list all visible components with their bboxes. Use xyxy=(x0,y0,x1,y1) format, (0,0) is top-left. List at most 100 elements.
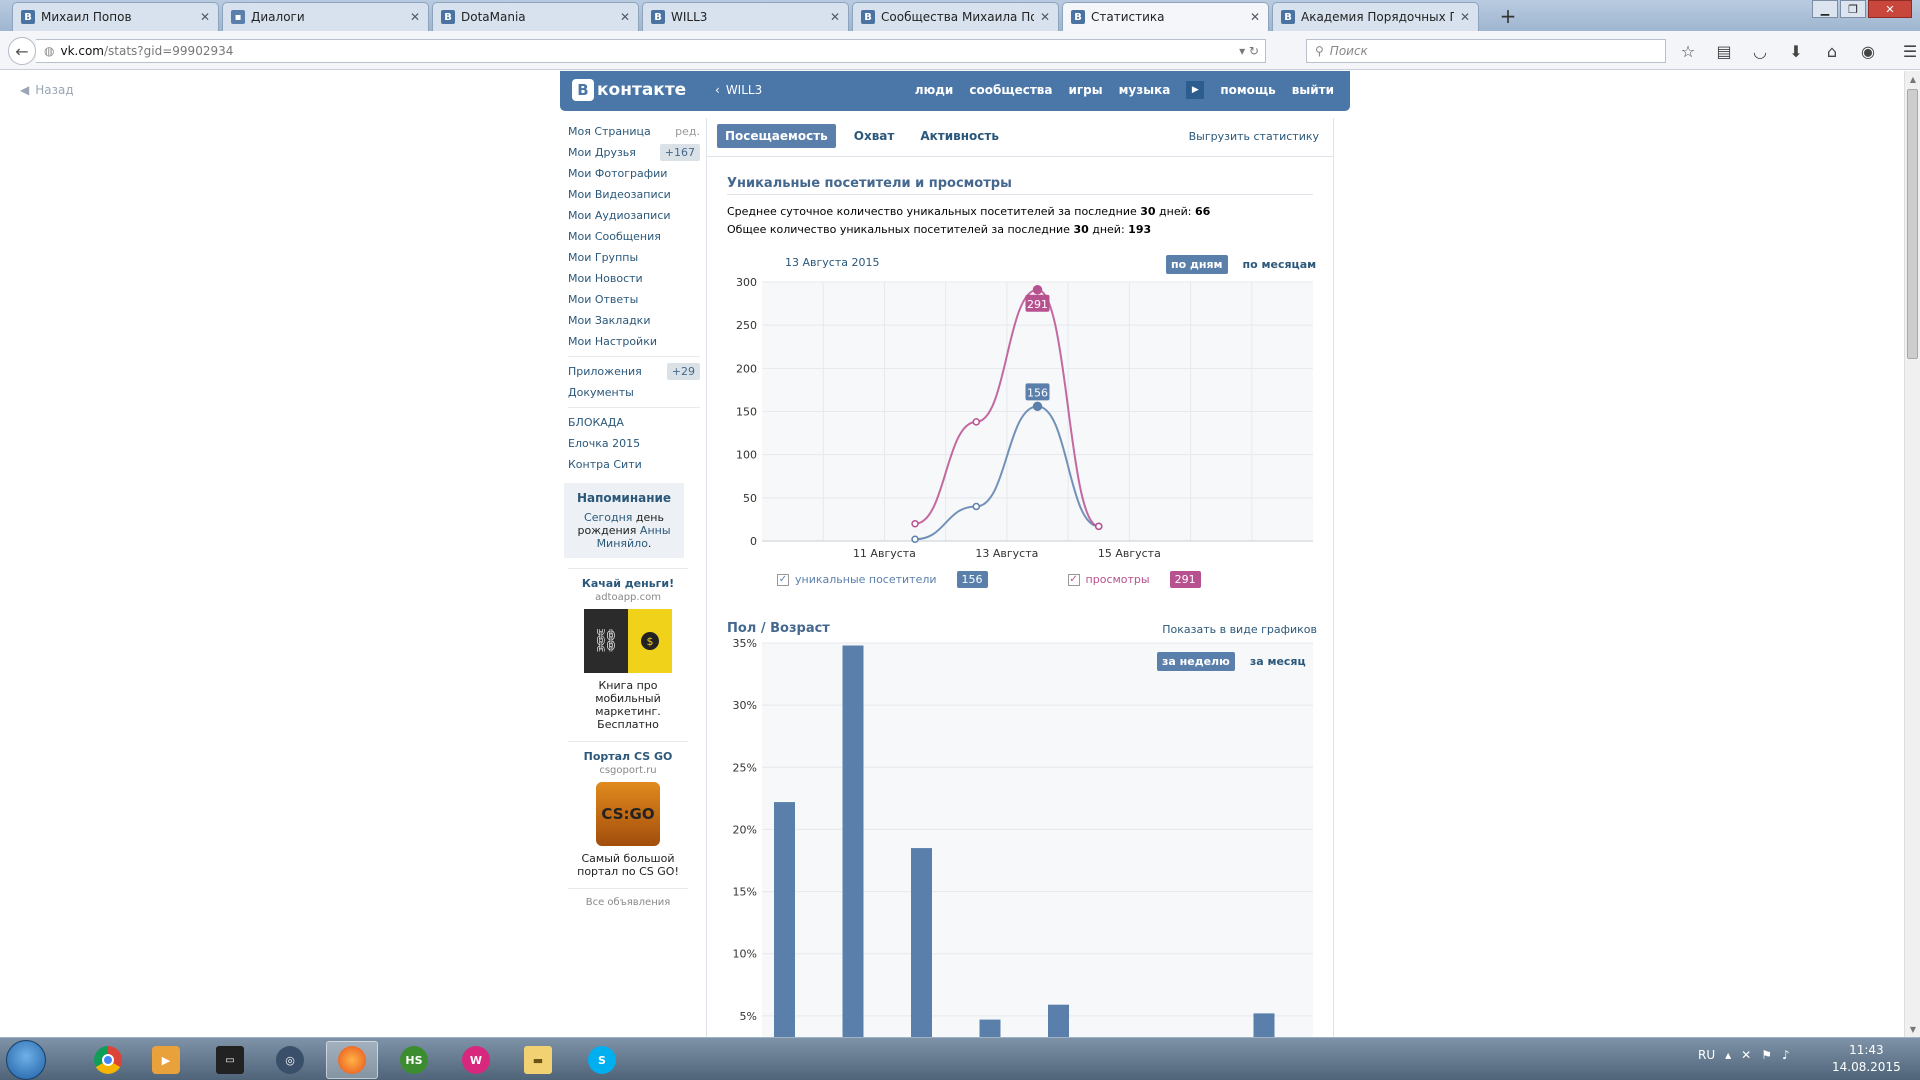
tab-close-icon[interactable]: ✕ xyxy=(1250,10,1260,24)
back-link[interactable]: ◀ Назад xyxy=(20,83,74,97)
top-menu-logout[interactable]: выйти xyxy=(1292,83,1334,99)
search-input[interactable]: ⚲ Поиск xyxy=(1306,39,1666,63)
sidebar-item[interactable]: Приложения +29 xyxy=(568,361,700,382)
ad-image[interactable]: ⛓ $ xyxy=(584,609,672,673)
pocket-icon[interactable]: ◡ xyxy=(1748,39,1772,63)
tab-attendance[interactable]: Посещаемость xyxy=(717,124,836,148)
sidebar-item[interactable]: Мои Аудиозаписи xyxy=(568,205,700,226)
sidebar-item-label: Контра Сити xyxy=(568,458,642,471)
browser-tab[interactable]: B Статистика ✕ xyxy=(1062,2,1269,31)
top-menu-music[interactable]: музыка xyxy=(1119,83,1171,99)
tray-expand-icon[interactable]: ▴ xyxy=(1725,1048,1731,1062)
reload-icon[interactable]: ▾ ↻ xyxy=(1239,44,1259,58)
download-icon[interactable]: ⬇ xyxy=(1784,39,1808,63)
sidebar-item[interactable]: Мои Видеозаписи xyxy=(568,184,700,205)
tray-network-icon[interactable]: ✕ xyxy=(1741,1048,1751,1062)
browser-tab[interactable]: ▪ Диалоги ✕ xyxy=(222,2,429,31)
language-indicator[interactable]: RU xyxy=(1698,1048,1715,1062)
windows-start-icon[interactable] xyxy=(6,1040,46,1080)
sidebar-item[interactable]: Мои Ответы xyxy=(568,289,700,310)
tray-flag-icon[interactable]: ⚑ xyxy=(1761,1048,1772,1062)
reminder-today-link[interactable]: Сегодня xyxy=(584,511,632,524)
media-player-icon[interactable]: ▶ xyxy=(140,1041,192,1079)
menu-icon[interactable]: ☰ xyxy=(1898,39,1920,63)
left-menu: Моя Страница ред. Мои Друзья +167 Мои Фотогр… xyxy=(564,121,700,908)
teamspeak-icon[interactable]: ◎ xyxy=(264,1041,316,1079)
avg-visitors-line: Среднее суточное количество уникальных п… xyxy=(727,205,1210,218)
sidebar-item[interactable]: Мои Сообщения xyxy=(568,226,700,247)
top-menu-people[interactable]: люди xyxy=(915,83,954,99)
tab-close-icon[interactable]: ✕ xyxy=(200,10,210,24)
sidebar-item[interactable]: Моя Страница ред. xyxy=(568,121,700,142)
tray-volume-icon[interactable]: ♪ xyxy=(1782,1048,1790,1062)
sidebar-item[interactable]: Мои Фотографии xyxy=(568,163,700,184)
vertical-scrollbar[interactable]: ▲ ▼ xyxy=(1904,71,1920,1037)
breadcrumb[interactable]: ‹ WILL3 xyxy=(715,83,762,97)
skype-icon[interactable]: S xyxy=(576,1041,628,1079)
sidebar-item[interactable]: БЛОКАДА xyxy=(568,412,700,433)
scrollbar-thumb[interactable] xyxy=(1907,89,1918,359)
legend-item-visitors[interactable]: ✓ уникальные посетители 156 xyxy=(777,571,988,588)
chat-icon[interactable]: ◉ xyxy=(1856,39,1880,63)
maximize-button[interactable]: ❐ xyxy=(1840,0,1866,18)
tab-close-icon[interactable]: ✕ xyxy=(1040,10,1050,24)
folder-icon[interactable]: ▬ xyxy=(512,1041,564,1079)
scroll-down-arrow-icon[interactable]: ▼ xyxy=(1905,1021,1920,1037)
show-graphs-link[interactable]: Показать в виде графиков xyxy=(1162,623,1317,636)
hs-app-icon[interactable]: HS xyxy=(388,1041,440,1079)
ad-title[interactable]: Портал CS GO xyxy=(568,750,688,763)
browser-tab[interactable]: B DotaMania ✕ xyxy=(432,2,639,31)
legend-value: 291 xyxy=(1169,571,1201,588)
ad-block[interactable]: Портал CS GO csgoport.ru CS:GO Самый бол… xyxy=(568,741,688,878)
sidebar-item[interactable]: Контра Сити xyxy=(568,454,700,475)
ad-block[interactable]: Качай деньги! adtoapp.com ⛓ $ Книга про … xyxy=(568,568,688,731)
tab-close-icon[interactable]: ✕ xyxy=(410,10,420,24)
ad-title[interactable]: Качай деньги! xyxy=(568,577,688,590)
vk-logo[interactable]: В контакте xyxy=(572,79,686,101)
scroll-up-arrow-icon[interactable]: ▲ xyxy=(1905,71,1920,87)
period-month-button[interactable]: за месяц xyxy=(1245,652,1311,671)
play-icon[interactable]: ▶ xyxy=(1186,81,1205,99)
tab-activity[interactable]: Активность xyxy=(912,124,1007,148)
all-ads-link[interactable]: Все объявления xyxy=(568,888,688,908)
chrome-icon[interactable] xyxy=(82,1041,134,1079)
top-menu-games[interactable]: игры xyxy=(1069,83,1103,99)
sidebar-item[interactable]: Документы xyxy=(568,382,700,403)
sidebar-item[interactable]: Мои Закладки xyxy=(568,310,700,331)
back-arrow-icon[interactable]: ← xyxy=(8,37,36,65)
wamp-icon[interactable]: W xyxy=(450,1041,502,1079)
sidebar-item[interactable]: Мои Группы xyxy=(568,247,700,268)
checkbox-icon[interactable]: ✓ xyxy=(1067,573,1080,586)
address-bar[interactable]: ◍ vk.com /stats?gid=99902934 ▾ ↻ xyxy=(36,39,1266,63)
sidebar-item[interactable]: Мои Настройки xyxy=(568,331,700,352)
period-week-button[interactable]: за неделю xyxy=(1157,652,1235,671)
new-tab-button[interactable]: + xyxy=(1496,4,1520,28)
browser-tab[interactable]: B WILL3 ✕ xyxy=(642,2,849,31)
sidebar-item[interactable]: Мои Друзья +167 xyxy=(568,142,700,163)
bookmark-star-icon[interactable]: ☆ xyxy=(1676,39,1700,63)
edit-link[interactable]: ред. xyxy=(675,125,700,138)
bar xyxy=(911,848,932,1037)
tab-close-icon[interactable]: ✕ xyxy=(1460,10,1470,24)
system-clock[interactable]: 11:43 14.08.2015 xyxy=(1832,1042,1901,1076)
sidebar-item[interactable]: Мои Новости xyxy=(568,268,700,289)
checkbox-icon[interactable]: ✓ xyxy=(777,573,789,586)
firefox-icon[interactable] xyxy=(326,1041,378,1079)
browser-tab[interactable]: B Академия Порядочных Па... ✕ xyxy=(1272,2,1479,31)
tab-close-icon[interactable]: ✕ xyxy=(830,10,840,24)
browser-tab[interactable]: B Михаил Попов ✕ xyxy=(12,2,219,31)
close-window-button[interactable]: ✕ xyxy=(1868,0,1912,18)
bookmarks-list-icon[interactable]: ▤ xyxy=(1712,39,1736,63)
tab-reach[interactable]: Охват xyxy=(846,124,903,148)
tab-close-icon[interactable]: ✕ xyxy=(620,10,630,24)
top-menu-help[interactable]: помощь xyxy=(1220,83,1275,99)
home-icon[interactable]: ⌂ xyxy=(1820,39,1844,63)
legend-item-views[interactable]: ✓ просмотры 291 xyxy=(1067,571,1201,588)
terminal-icon[interactable]: ▭ xyxy=(204,1041,256,1079)
minimize-button[interactable]: ▁ xyxy=(1812,0,1838,18)
browser-tab[interactable]: B Сообщества Михаила Поп... ✕ xyxy=(852,2,1059,31)
sidebar-item[interactable]: Елочка 2015 xyxy=(568,433,700,454)
export-stats-link[interactable]: Выгрузить статистику xyxy=(1189,130,1319,143)
ad-image[interactable]: CS:GO xyxy=(596,782,660,846)
top-menu-communities[interactable]: сообщества xyxy=(969,83,1052,99)
